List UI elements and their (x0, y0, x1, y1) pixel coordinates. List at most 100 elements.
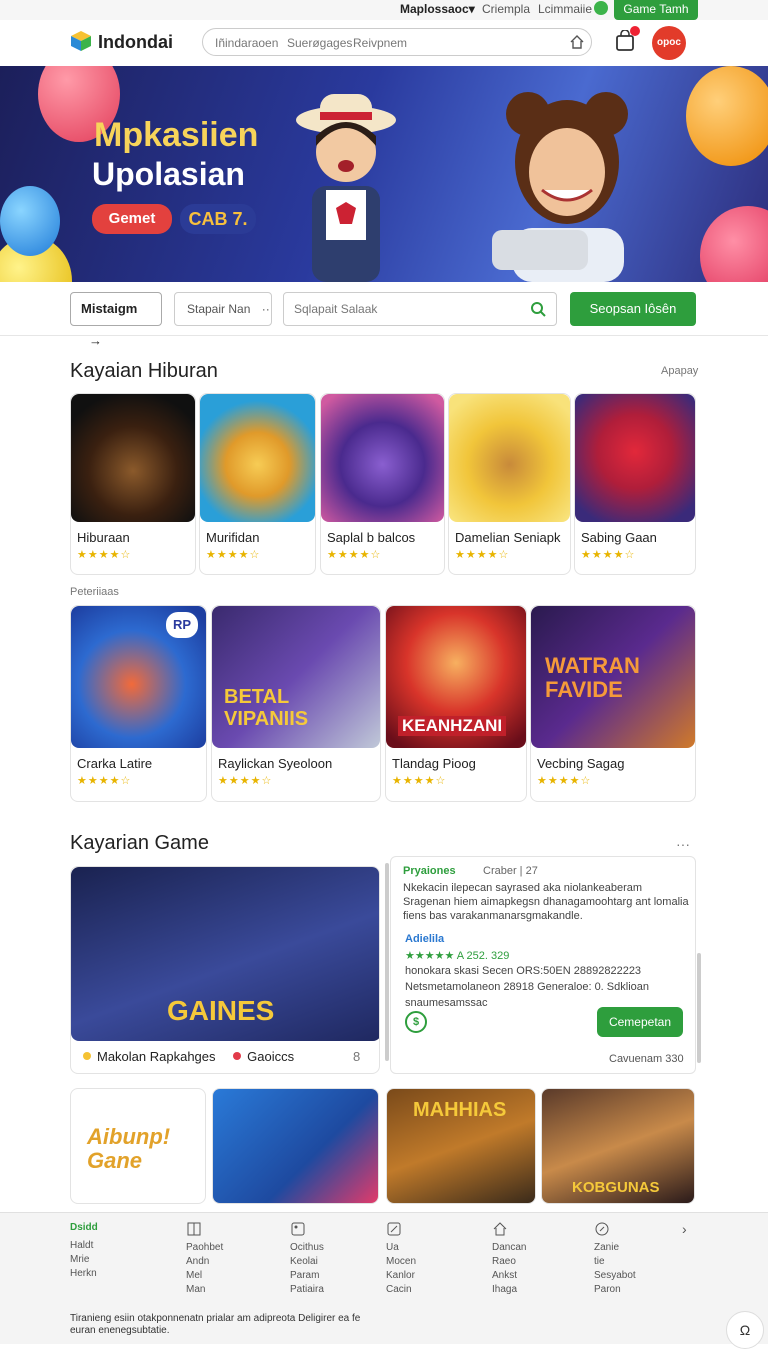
card-art-text: KEANHZANI (398, 716, 507, 736)
game-card[interactable]: Murifidan ★★★★☆ (199, 393, 316, 575)
game-card-title: Vecbing Sagag (537, 756, 625, 771)
home-icon[interactable] (569, 34, 585, 50)
more-options-icon[interactable]: ··· (676, 836, 690, 852)
hero-banner[interactable]: Mpkasiien Upolasian Gemet CAB 7. (0, 66, 768, 282)
card-art-text: WATRAN FAVIDE (545, 653, 640, 702)
search-icon[interactable] (530, 301, 546, 317)
edit-icon (387, 1222, 401, 1236)
nav-item[interactable]: Ua Mocen Kanlor Cacin (386, 1221, 416, 1297)
game-tile[interactable] (212, 1088, 379, 1204)
nav-item-top: Dsidd (70, 1222, 98, 1233)
info-description: Nkekacin ilepecan sayrased aka niolankea… (403, 882, 689, 922)
search-item-3[interactable]: Reivpnem (353, 36, 407, 50)
game-card[interactable]: Damelian Seniapk ★★★★☆ (448, 393, 571, 575)
nav-item-label: Ankst (492, 1270, 518, 1281)
game-card-title: Crarka Latire (77, 756, 153, 771)
nav-item[interactable]: Dsidd Haldt Mrie Herkn (70, 1221, 98, 1281)
info-rating: ★★★★★ A 252. 329 (405, 950, 510, 962)
game-tile[interactable]: Aibunp! Gane (70, 1088, 206, 1204)
sort-dropdown[interactable]: Stapair Nan ·· (174, 292, 272, 326)
header-search[interactable]: Iñindaraoen Suerøgages Reivpnem (202, 28, 592, 56)
game-tile[interactable]: MAHHIAS (386, 1088, 536, 1204)
girl-character-illustration (492, 92, 628, 282)
chat-icon[interactable] (594, 1, 608, 15)
nav-item-label: Patiaira (290, 1284, 324, 1295)
logo-cube-icon (71, 31, 91, 51)
compass-icon (595, 1222, 609, 1236)
game-card[interactable]: WATRAN FAVIDE Vecbing Sagag ★★★★☆ (530, 605, 696, 802)
hero-title-line2: Upolasian (92, 156, 245, 192)
search-item-2[interactable]: Suerøgages (287, 36, 352, 50)
hero-pill-button[interactable]: Gemet (92, 204, 172, 234)
star-rating: ★★★★☆ (537, 775, 592, 787)
price-icon[interactable]: $ (405, 1011, 427, 1033)
game-card[interactable]: RP Crarka Latire ★★★★☆ (70, 605, 207, 802)
card-badge: RP (166, 612, 198, 638)
nav-item-label: Andn (186, 1256, 210, 1267)
help-fab-button[interactable]: Ω (726, 1311, 764, 1349)
nav-item-label: Dancan (492, 1242, 527, 1253)
info-subtitle[interactable]: Adielila (405, 933, 444, 945)
game-card[interactable]: KEANHZANI Tlandag Pioog ★★★★☆ (385, 605, 527, 802)
search-placeholder: Sqlapait Salaak (294, 302, 378, 316)
topbar-link-2[interactable]: Lcimmaiie (538, 2, 592, 16)
top-bar: Maplossaoc▾ Criempla Lcimmaiie Game Tamh (0, 0, 768, 20)
star-rating: ★★★★☆ (581, 549, 636, 561)
search-submit-button[interactable]: Seopsan Iôsên (570, 292, 696, 326)
chevron-right-icon[interactable]: › (682, 1221, 687, 1237)
tag-dot-icon (233, 1052, 242, 1060)
info-row: honokara skasi Secen ORS:50EN 2889282222… (405, 965, 642, 977)
game-card[interactable]: Saplal b balcos ★★★★☆ (320, 393, 445, 575)
game-card-art (449, 394, 570, 522)
category-dropdown[interactable]: Mistaigm → (70, 292, 162, 348)
nav-item-label: Herkn (70, 1268, 97, 1279)
play-button[interactable]: Cemepetan (597, 1007, 683, 1037)
game-card-title: Murifidan (206, 530, 260, 545)
nav-item-label: Ihaga (492, 1284, 518, 1295)
nav-item[interactable]: Paohbet Andn Mel Man (186, 1221, 223, 1297)
search-item-1[interactable]: Iñindaraoen (215, 36, 278, 50)
see-all-link[interactable]: Apapay (661, 365, 698, 377)
game-button[interactable]: Game Tamh (614, 0, 698, 20)
cart-icon[interactable] (614, 26, 640, 52)
scrollbar[interactable] (385, 863, 389, 1061)
nav-item[interactable]: Ocithus Keolai Param Patiaira (290, 1221, 324, 1297)
logo-text[interactable]: Indondai (98, 32, 173, 53)
game-card[interactable]: BETAL VIPANIIS Raylickan Syeoloon ★★★★☆ (211, 605, 381, 802)
game-card-title: Sabing Gaan (581, 530, 657, 545)
featured-tag-1[interactable]: Makolan Rapkahges (97, 1049, 216, 1064)
info-row: Netsmetamolaneon 28918 Generaloe: 0. Sdk… (405, 981, 649, 993)
featured-tags: Makolan Rapkahges Gaoiccs 8 (83, 1049, 360, 1064)
nav-item-label: tie (594, 1256, 605, 1267)
game-card-art (200, 394, 315, 522)
nav-item[interactable]: Dancan Raeo Ankst Ihaga (492, 1221, 526, 1297)
nav-item-label: Paohbet (186, 1242, 224, 1253)
game-card[interactable]: Hiburaan ★★★★☆ (70, 393, 196, 575)
chevron-down-icon: ·· (261, 302, 270, 316)
scrollbar[interactable] (697, 953, 701, 1063)
hero-pill-badge[interactable]: CAB 7. (180, 204, 256, 234)
account-menu[interactable]: Maplossaoc▾ (400, 2, 475, 16)
featured-game-art: GAINES (71, 867, 379, 1041)
nav-item-label: Ua (386, 1242, 399, 1253)
avatar[interactable]: opoc (652, 26, 686, 60)
nav-item-label: Kanlor (386, 1270, 415, 1281)
game-info-panel: Pryaiones Craber | 27 Nkekacin ilepecan … (385, 856, 701, 1074)
featured-tag-2[interactable]: Gaoiccs (247, 1049, 294, 1064)
game-card-art (575, 394, 695, 522)
nav-item[interactable]: Zanie tie Sesyabot Paron (594, 1221, 636, 1297)
game-card[interactable]: Sabing Gaan ★★★★☆ (574, 393, 696, 575)
bottom-navigation: Dsidd Haldt Mrie Herkn Paohbet Andn Mel … (0, 1212, 768, 1349)
star-rating: ★★★★☆ (455, 549, 510, 561)
image-icon (291, 1222, 305, 1236)
game-tile[interactable]: KOBGUNAS (541, 1088, 695, 1204)
nav-item-label: Haldt (70, 1240, 94, 1251)
card-art-text: BETAL VIPANIIS (224, 686, 309, 730)
nav-item-label: Man (186, 1284, 206, 1295)
featured-game-card[interactable]: GAINES Makolan Rapkahges Gaoiccs 8 (70, 866, 380, 1074)
search-input[interactable]: Sqlapait Salaak (283, 292, 557, 326)
topbar-link-1[interactable]: Criempla (482, 2, 530, 16)
tile-art-text: KOBGUNAS (572, 1179, 660, 1196)
star-rating: ★★★★☆ (77, 775, 132, 787)
game-card-title: Hiburaan (77, 530, 130, 545)
